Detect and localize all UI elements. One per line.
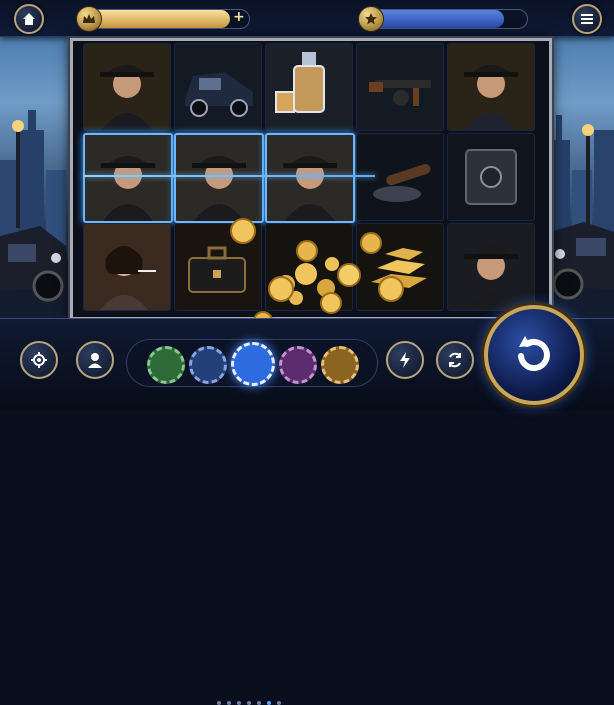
autoplay-button[interactable] (436, 341, 474, 379)
level-meter (370, 9, 528, 29)
add-balance-button[interactable]: + (233, 9, 245, 25)
symbol-gangster-hat-win (83, 133, 173, 223)
menu-button[interactable] (572, 4, 602, 34)
page-dot[interactable] (247, 701, 251, 705)
gear-icon (31, 352, 47, 368)
profile-button[interactable] (76, 341, 114, 379)
vintage-car-right (548, 222, 614, 300)
page-dot-active[interactable] (267, 701, 271, 705)
chip-purple[interactable] (279, 346, 317, 384)
page-dot[interactable] (257, 701, 261, 705)
lightning-icon (400, 352, 410, 368)
menu-icon (581, 14, 593, 24)
page-dot[interactable] (237, 701, 241, 705)
star-icon (365, 13, 377, 25)
vintage-car-left (0, 226, 70, 302)
symbol-detective-hat (447, 43, 535, 131)
symbol-safe (447, 133, 535, 221)
star-badge (358, 6, 384, 32)
symbol-woman-with-cigarette (83, 223, 171, 311)
coin-burst (230, 218, 404, 331)
balance-meter (86, 9, 250, 29)
home-button[interactable] (14, 4, 44, 34)
chip-blue[interactable] (189, 346, 227, 384)
home-icon (23, 13, 35, 25)
crown-icon (83, 14, 95, 23)
chip-selected-blue[interactable] (231, 342, 275, 386)
level-meter-fill (371, 10, 504, 28)
crown-badge (76, 6, 102, 32)
balance-meter-fill (87, 10, 230, 28)
page-dot[interactable] (217, 701, 221, 705)
chip-gold[interactable] (321, 346, 359, 384)
chip-selector (126, 339, 378, 387)
symbol-tommy-gun (356, 43, 444, 131)
chip-green[interactable] (147, 346, 185, 384)
win-line (83, 175, 375, 177)
spin-button[interactable] (484, 305, 584, 405)
symbol-vintage-car (174, 43, 262, 131)
turbo-button[interactable] (386, 341, 424, 379)
page-dot[interactable] (277, 701, 281, 705)
symbol-whiskey-decanter (265, 43, 353, 131)
reel-board (70, 38, 552, 331)
user-icon (88, 353, 102, 368)
settings-button[interactable] (20, 341, 58, 379)
symbol-gangster-smoking (447, 223, 535, 311)
spin-arrow-icon (518, 336, 550, 371)
symbol-gangster-hat (83, 43, 171, 131)
page-dot[interactable] (227, 701, 231, 705)
top-bar: + (0, 0, 614, 37)
cycle-icon (449, 352, 461, 368)
